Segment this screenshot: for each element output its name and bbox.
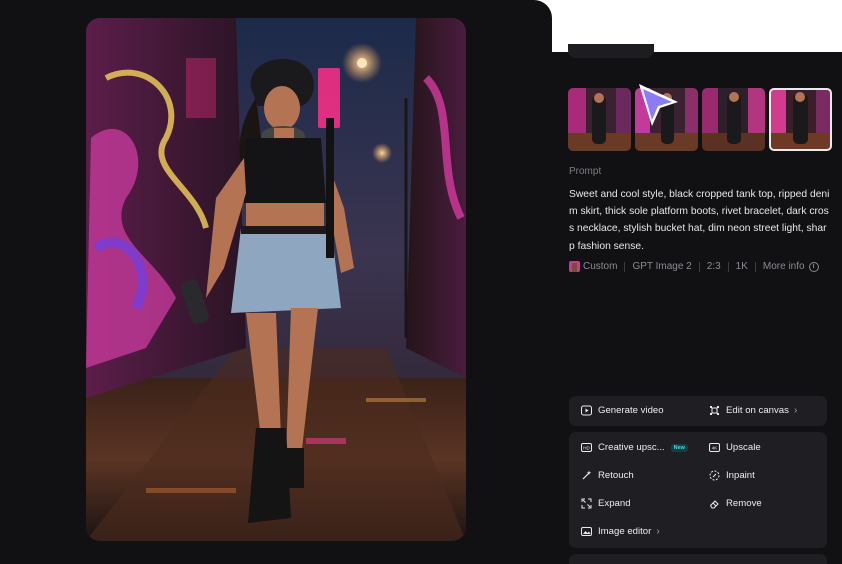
divider xyxy=(624,261,626,272)
meta-ratio: 2:3 xyxy=(706,261,721,272)
style-thumbnail-icon xyxy=(569,261,580,272)
canvas-crop-icon xyxy=(710,406,719,415)
more-info-button[interactable]: More info i xyxy=(763,261,819,272)
prompt-text: Sweet and cool style, black cropped tank… xyxy=(569,189,830,252)
svg-text:4K: 4K xyxy=(712,446,718,451)
expand-icon xyxy=(581,498,592,509)
inpaint-button[interactable]: Inpaint xyxy=(709,470,755,481)
expand-button[interactable]: Expand xyxy=(581,498,631,509)
image-editor-button[interactable]: Image editor › xyxy=(581,526,660,537)
info-icon: i xyxy=(808,261,819,272)
play-icon xyxy=(581,405,592,416)
remove-button[interactable]: Remove xyxy=(709,498,762,509)
image-editor-label: Image editor xyxy=(598,526,652,537)
generate-video-label: Generate video xyxy=(598,405,664,416)
remove-label: Remove xyxy=(726,498,762,509)
divider xyxy=(754,261,756,272)
meta-model: GPT Image 2 xyxy=(632,261,692,272)
image-edit-icon xyxy=(581,527,592,536)
svg-text:HD: HD xyxy=(583,446,590,451)
generated-image[interactable] xyxy=(86,18,466,541)
divider xyxy=(698,261,700,272)
chevron-right-icon: › xyxy=(793,405,798,416)
generate-video-button[interactable]: Generate video xyxy=(581,405,664,416)
upscale-label: Upscale xyxy=(726,442,761,453)
eraser-icon xyxy=(709,500,719,509)
expand-label: Expand xyxy=(598,498,631,509)
upscale-button[interactable]: 4K Upscale xyxy=(709,442,761,453)
chevron-right-icon: › xyxy=(656,526,660,537)
creative-upscale-button[interactable]: HD Creative upsc... New xyxy=(581,442,688,453)
editing-tools: HD Creative upsc... New 4K Upscale Retou… xyxy=(569,432,827,548)
hd-icon: HD xyxy=(581,443,592,452)
inpaint-label: Inpaint xyxy=(726,470,755,481)
meta-style: Custom xyxy=(583,261,618,272)
primary-actions: Generate video Edit on canvas › xyxy=(569,396,827,426)
magic-wand-icon xyxy=(582,470,592,480)
more-actions-box xyxy=(569,554,827,564)
more-info-label: More info xyxy=(762,261,805,272)
thumbnail-3[interactable] xyxy=(702,88,765,151)
edit-on-canvas-label: Edit on canvas xyxy=(726,405,789,416)
panel-tab-stub xyxy=(568,44,654,58)
generation-meta: Custom GPT Image 2 2:3 1K More info i xyxy=(569,261,834,272)
retouch-button[interactable]: Retouch xyxy=(581,470,634,481)
upscale-icon: 4K xyxy=(709,443,720,452)
thumbnail-4-selected[interactable] xyxy=(769,88,832,151)
prompt-label: Prompt xyxy=(569,166,602,177)
meta-resolution: 1K xyxy=(735,261,748,272)
edit-on-canvas-button[interactable]: Edit on canvas › xyxy=(709,405,797,416)
divider xyxy=(727,261,729,272)
pointer-cursor-icon xyxy=(634,80,682,130)
thumbnail-1[interactable] xyxy=(568,88,631,151)
inpaint-icon xyxy=(709,470,720,481)
thumbnail-strip xyxy=(568,88,832,151)
new-badge: New xyxy=(670,443,688,452)
retouch-label: Retouch xyxy=(598,470,634,481)
creative-upscale-label: Creative upsc... xyxy=(598,442,665,453)
